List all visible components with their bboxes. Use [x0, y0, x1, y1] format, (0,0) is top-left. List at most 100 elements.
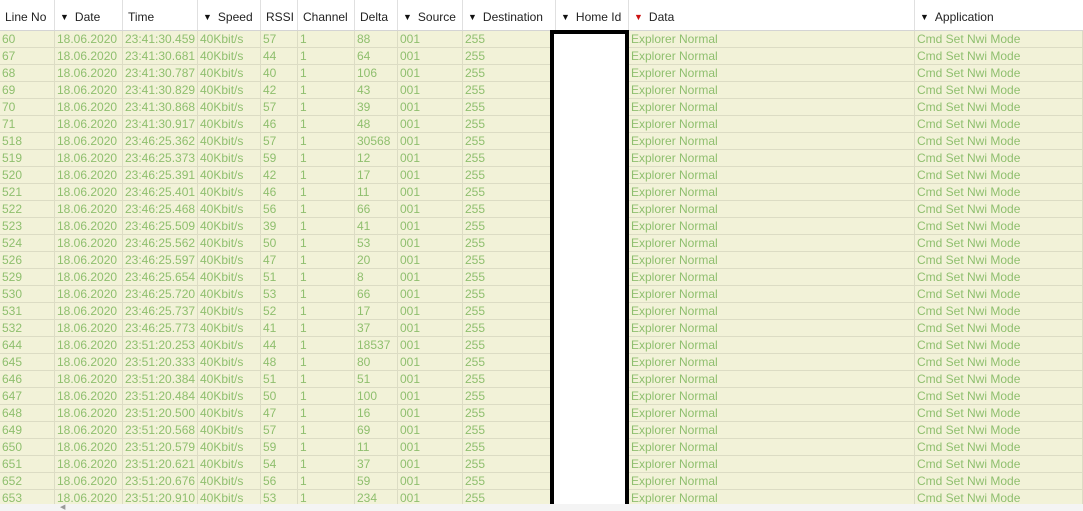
table-row[interactable]: 653 18.06.2020 23:51:20.910 40Kbit/s 53 1 234 0… [0, 490, 1083, 504]
column-header-data[interactable]: ▼ Data [629, 0, 915, 30]
cell-speed: 40Kbit/s [198, 184, 261, 201]
horizontal-scrollbar[interactable]: ◀ [0, 504, 1083, 511]
table-row[interactable]: 647 18.06.2020 23:51:20.484 40Kbit/s 50 1 100 0… [0, 388, 1083, 405]
table-row[interactable]: 522 18.06.2020 23:46:25.468 40Kbit/s 56 1 66 00… [0, 201, 1083, 218]
table-row[interactable]: 518 18.06.2020 23:46:25.362 40Kbit/s 57 1 3056… [0, 133, 1083, 150]
cell-source: 001 [398, 150, 463, 167]
table-row[interactable]: 530 18.06.2020 23:46:25.720 40Kbit/s 53 1 66 00… [0, 286, 1083, 303]
table-row[interactable]: 651 18.06.2020 23:51:20.621 40Kbit/s 54 1 37 00… [0, 456, 1083, 473]
cell-source: 001 [398, 252, 463, 269]
cell-date: 18.06.2020 [55, 354, 123, 371]
filter-icon[interactable]: ▼ [403, 0, 412, 30]
table-row[interactable]: 644 18.06.2020 23:51:20.253 40Kbit/s 44 1 1853… [0, 337, 1083, 354]
cell-rssi: 39 [261, 218, 298, 235]
filter-icon[interactable]: ▼ [203, 0, 212, 30]
table-row[interactable]: 521 18.06.2020 23:46:25.401 40Kbit/s 46 1 11 00… [0, 184, 1083, 201]
table-row[interactable]: 60 18.06.2020 23:41:30.459 40Kbit/s 57 1 88 001… [0, 31, 1083, 48]
column-header-speed[interactable]: ▼ Speed [198, 0, 261, 30]
table-row[interactable]: 68 18.06.2020 23:41:30.787 40Kbit/s 40 1 106 00… [0, 65, 1083, 82]
cell-application: Cmd Set Nwi Mode [915, 65, 1083, 82]
cell-channel: 1 [298, 48, 355, 65]
table-row[interactable]: 69 18.06.2020 23:41:30.829 40Kbit/s 42 1 43 001… [0, 82, 1083, 99]
table-row[interactable]: 519 18.06.2020 23:46:25.373 40Kbit/s 59 1 12 00… [0, 150, 1083, 167]
cell-rssi: 47 [261, 405, 298, 422]
cell-destination: 255 [463, 65, 556, 82]
filter-icon[interactable]: ▼ [920, 0, 929, 30]
cell-channel: 1 [298, 82, 355, 99]
cell-destination: 255 [463, 439, 556, 456]
cell-application: Cmd Set Nwi Mode [915, 82, 1083, 99]
cell-speed: 40Kbit/s [198, 320, 261, 337]
table-row[interactable]: 70 18.06.2020 23:41:30.868 40Kbit/s 57 1 39 001… [0, 99, 1083, 116]
column-header-application[interactable]: ▼ Application [915, 0, 1083, 30]
column-header-time[interactable]: Time [123, 0, 198, 30]
cell-time: 23:51:20.500 [123, 405, 198, 422]
cell-data: Explorer Normal [629, 456, 915, 473]
table-row[interactable]: 67 18.06.2020 23:41:30.681 40Kbit/s 44 1 64 001… [0, 48, 1083, 65]
cell-rssi: 53 [261, 286, 298, 303]
table-row[interactable]: 532 18.06.2020 23:46:25.773 40Kbit/s 41 1 37 00… [0, 320, 1083, 337]
table-row[interactable]: 523 18.06.2020 23:46:25.509 40Kbit/s 39 1 41 00… [0, 218, 1083, 235]
cell-source: 001 [398, 286, 463, 303]
column-header-destination[interactable]: ▼ Destination [463, 0, 556, 30]
cell-line: 520 [0, 167, 55, 184]
table-row[interactable]: 648 18.06.2020 23:51:20.500 40Kbit/s 47 1 16 00… [0, 405, 1083, 422]
cell-application: Cmd Set Nwi Mode [915, 235, 1083, 252]
cell-delta: 234 [355, 490, 398, 504]
cell-application: Cmd Set Nwi Mode [915, 252, 1083, 269]
table-row[interactable]: 520 18.06.2020 23:46:25.391 40Kbit/s 42 1 17 00… [0, 167, 1083, 184]
cell-line: 532 [0, 320, 55, 337]
column-header-homeid[interactable]: ▼ Home Id [556, 0, 629, 30]
table-row[interactable]: 646 18.06.2020 23:51:20.384 40Kbit/s 51 1 51 00… [0, 371, 1083, 388]
column-header-source[interactable]: ▼ Source [398, 0, 463, 30]
cell-time: 23:46:25.720 [123, 286, 198, 303]
column-header-channel[interactable]: Channel [298, 0, 355, 30]
cell-line: 69 [0, 82, 55, 99]
cell-rssi: 44 [261, 337, 298, 354]
column-header-label: Home Id [575, 10, 622, 24]
cell-rssi: 44 [261, 48, 298, 65]
cell-date: 18.06.2020 [55, 31, 123, 48]
cell-delta: 16 [355, 405, 398, 422]
table-row[interactable]: 650 18.06.2020 23:51:20.579 40Kbit/s 59 1 11 00… [0, 439, 1083, 456]
cell-destination: 255 [463, 201, 556, 218]
cell-speed: 40Kbit/s [198, 456, 261, 473]
column-header-delta[interactable]: Delta [355, 0, 398, 30]
cell-application: Cmd Set Nwi Mode [915, 99, 1083, 116]
filter-icon[interactable]: ▼ [60, 0, 69, 30]
cell-destination: 255 [463, 473, 556, 490]
table-row[interactable]: 531 18.06.2020 23:46:25.737 40Kbit/s 52 1 17 00… [0, 303, 1083, 320]
column-header-date[interactable]: ▼ Date [55, 0, 123, 30]
cell-time: 23:51:20.333 [123, 354, 198, 371]
column-header-line[interactable]: Line No [0, 0, 55, 30]
cell-time: 23:51:20.676 [123, 473, 198, 490]
column-header-label: Destination [482, 10, 543, 24]
cell-application: Cmd Set Nwi Mode [915, 422, 1083, 439]
cell-time: 23:46:25.737 [123, 303, 198, 320]
table-row[interactable]: 524 18.06.2020 23:46:25.562 40Kbit/s 50 1 53 00… [0, 235, 1083, 252]
column-header-rssi[interactable]: RSSI [261, 0, 298, 30]
cell-speed: 40Kbit/s [198, 490, 261, 504]
cell-channel: 1 [298, 31, 355, 48]
cell-line: 650 [0, 439, 55, 456]
cell-data: Explorer Normal [629, 82, 915, 99]
cell-delta: 51 [355, 371, 398, 388]
table-row[interactable]: 71 18.06.2020 23:41:30.917 40Kbit/s 46 1 48 001… [0, 116, 1083, 133]
cell-channel: 1 [298, 167, 355, 184]
table-row[interactable]: 652 18.06.2020 23:51:20.676 40Kbit/s 56 1 59 00… [0, 473, 1083, 490]
cell-data: Explorer Normal [629, 116, 915, 133]
table-row[interactable]: 649 18.06.2020 23:51:20.568 40Kbit/s 57 1 69 00… [0, 422, 1083, 439]
table-row[interactable]: 645 18.06.2020 23:51:20.333 40Kbit/s 48 1 80 00… [0, 354, 1083, 371]
scroll-left-icon[interactable]: ◀ [60, 504, 65, 511]
cell-application: Cmd Set Nwi Mode [915, 184, 1083, 201]
cell-speed: 40Kbit/s [198, 388, 261, 405]
table-row[interactable]: 526 18.06.2020 23:46:25.597 40Kbit/s 47 1 20 00… [0, 252, 1083, 269]
cell-rssi: 57 [261, 422, 298, 439]
filter-icon[interactable]: ▼ [468, 0, 477, 30]
table-row[interactable]: 529 18.06.2020 23:46:25.654 40Kbit/s 51 1 8 001… [0, 269, 1083, 286]
cell-date: 18.06.2020 [55, 422, 123, 439]
filter-icon[interactable]: ▼ [634, 0, 643, 30]
cell-application: Cmd Set Nwi Mode [915, 48, 1083, 65]
filter-icon[interactable]: ▼ [561, 0, 570, 30]
cell-delta: 17 [355, 303, 398, 320]
